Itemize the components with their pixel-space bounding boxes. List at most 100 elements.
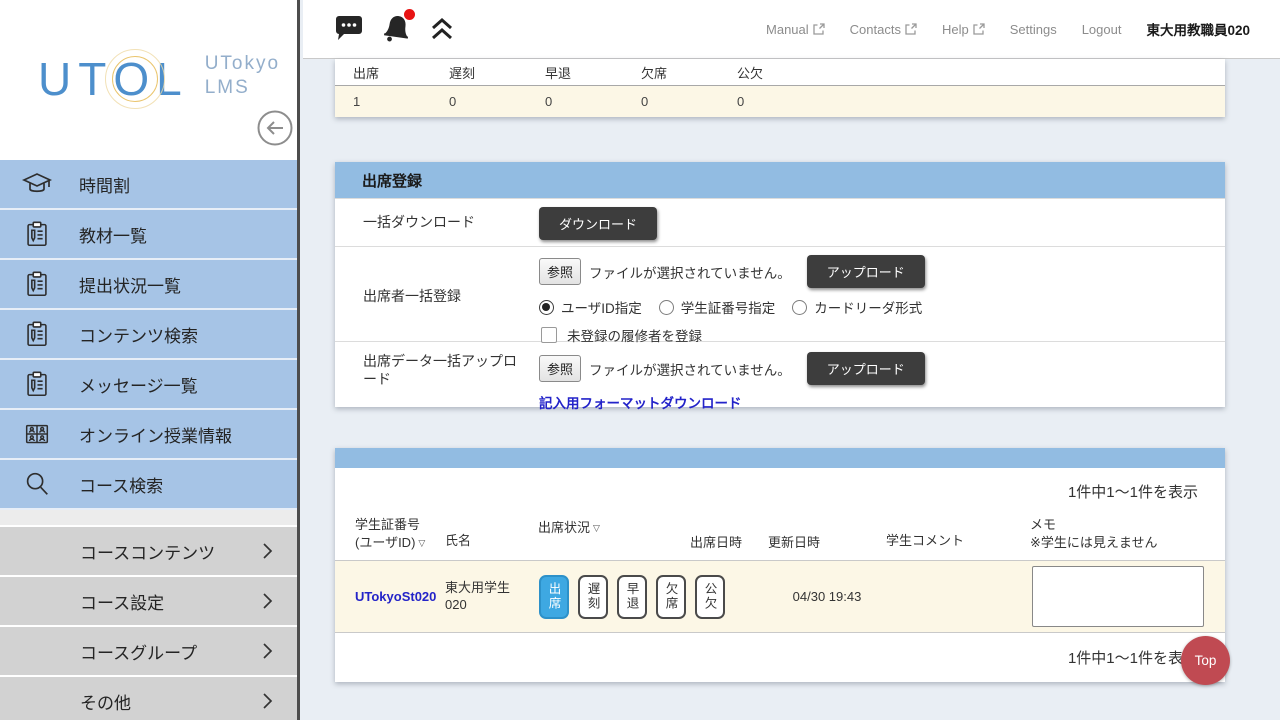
manual-link-label: Manual [766, 22, 809, 37]
summary-header-row: 出席 遅刻 早退 欠席 公欠 [335, 59, 1225, 86]
messages-icon[interactable] [334, 15, 364, 43]
register-format-radio-group: ユーザID指定 学生証番号指定 カードリーダ形式 [539, 288, 1225, 317]
sidebar-item-label: その他 [80, 689, 131, 714]
column-student-comment: 学生コメント [886, 516, 1030, 560]
clipboard-icon [21, 219, 53, 249]
sidebar-item-timetable[interactable]: 時間割 [0, 160, 297, 210]
register-unregistered-checkbox[interactable] [541, 327, 557, 343]
topbar-links: Manual Contacts Help Settings [766, 19, 1280, 39]
column-student-id[interactable]: 学生証番号 (ユーザID)▽ [335, 516, 445, 560]
summary-header-excused: 公欠 [737, 63, 833, 82]
browse-file-button[interactable]: 参照 [539, 355, 581, 382]
radio-card-reader-label: カードリーダ形式 [814, 297, 922, 317]
manual-link[interactable]: Manual [766, 22, 825, 37]
notification-badge-dot [404, 9, 415, 20]
sidebar-item-label: コースグループ [80, 639, 197, 664]
radio-card-reader[interactable] [792, 300, 807, 315]
status-button-absent[interactable]: 欠席 [656, 575, 686, 619]
showing-count-bottom: 1件中1〜1件を表示 [1068, 647, 1198, 668]
sidebar-item-course-search[interactable]: コース検索 [0, 460, 297, 510]
scroll-to-top-button[interactable]: Top [1181, 636, 1230, 685]
download-button[interactable]: ダウンロード [539, 207, 657, 240]
format-download-link[interactable]: 記入用フォーマットダウンロード [539, 385, 742, 412]
memo-textarea[interactable] [1032, 566, 1204, 627]
status-button-early-leave[interactable]: 早退 [617, 575, 647, 619]
bulk-download-row: 一括ダウンロード ダウンロード [335, 198, 1225, 246]
no-file-selected-text: ファイルが選択されていません。 [589, 359, 791, 379]
chevron-right-icon [261, 542, 273, 560]
no-file-selected-text: ファイルが選択されていません。 [589, 262, 791, 282]
attendee-bulk-register-label: 出席者一括登録 [335, 247, 539, 341]
sidebar-item-submission-status[interactable]: 提出状況一覧 [0, 260, 297, 310]
upload-button[interactable]: アップロード [807, 255, 925, 288]
topbar-icons [334, 13, 454, 45]
settings-link-label: Settings [1010, 22, 1057, 37]
radio-user-id-label: ユーザID指定 [561, 297, 642, 317]
status-button-group: 出席 遅刻 早退 欠席 公欠 [538, 575, 690, 619]
showing-count-top: 1件中1〜1件を表示 [1068, 481, 1198, 502]
help-link[interactable]: Help [942, 22, 985, 37]
sidebar-item-label: コースコンテンツ [80, 539, 215, 564]
sidebar-item-materials[interactable]: 教材一覧 [0, 210, 297, 260]
status-button-present[interactable]: 出席 [539, 575, 569, 619]
chevron-right-icon [261, 642, 273, 660]
radio-user-id[interactable] [539, 300, 554, 315]
clipboard-icon [21, 319, 53, 349]
column-memo: メモ ※学生には見えません [1030, 516, 1225, 560]
sidebar-item-messages[interactable]: メッセージ一覧 [0, 360, 297, 410]
sidebar-collapse-button[interactable] [256, 109, 294, 147]
column-header-row: 学生証番号 (ユーザID)▽ 氏名 出席状況▽ 出席日時 更新日時 学生コメント [335, 516, 1225, 560]
chevron-right-icon [261, 592, 273, 610]
column-attend-time: 出席日時 [690, 516, 768, 560]
upload-button[interactable]: アップロード [807, 352, 925, 385]
sidebar-item-course-group[interactable]: コースグループ [0, 627, 297, 677]
external-link-icon [813, 23, 825, 35]
chevron-right-icon [261, 692, 273, 710]
status-button-excused[interactable]: 公欠 [695, 575, 725, 619]
collapse-topbar-icon[interactable] [430, 16, 454, 42]
summary-values-row: 1 0 0 0 0 [335, 86, 1225, 117]
column-status[interactable]: 出席状況▽ [538, 516, 690, 560]
contacts-link[interactable]: Contacts [850, 22, 917, 37]
clipboard-icon [21, 269, 53, 299]
notifications-bell-icon[interactable] [381, 13, 413, 45]
browse-file-button[interactable]: 参照 [539, 258, 581, 285]
sidebar-item-label: 提出状況一覧 [79, 272, 181, 297]
utol-logo: UTOL UTokyo LMS [38, 52, 280, 102]
logout-link[interactable]: Logout [1082, 22, 1122, 37]
contacts-link-label: Contacts [850, 22, 901, 37]
sidebar-divider [0, 510, 297, 527]
summary-value-late: 0 [449, 94, 545, 109]
student-name: 東大用学生020 [445, 580, 538, 614]
attendance-summary-table: 出席 遅刻 早退 欠席 公欠 1 0 0 0 0 [335, 59, 1225, 117]
logo-wordmark: UTOL [38, 56, 189, 102]
sidebar-item-label: 教材一覧 [79, 222, 147, 247]
help-link-label: Help [942, 22, 969, 37]
data-bulk-upload-row: 出席データ一括アップロード 参照 ファイルが選択されていません。 アップロード … [335, 341, 1225, 407]
sidebar-menu: 時間割 教材一覧 [0, 160, 297, 720]
sidebar-item-label: メッセージ一覧 [79, 372, 198, 397]
sidebar-item-others[interactable]: その他 [0, 677, 297, 720]
table-header-bar [335, 448, 1225, 468]
summary-value-present: 1 [353, 94, 449, 109]
summary-value-excused: 0 [737, 94, 833, 109]
student-attendance-table: 1件中1〜1件を表示 学生証番号 (ユーザID)▽ 氏名 出席状況▽ 出席日時 … [335, 448, 1225, 682]
status-button-late[interactable]: 遅刻 [578, 575, 608, 619]
settings-link[interactable]: Settings [1010, 22, 1057, 37]
student-id-link[interactable]: UTokyoSt020 [335, 589, 445, 604]
logo-ring-inner [105, 49, 165, 109]
sidebar-item-course-settings[interactable]: コース設定 [0, 577, 297, 627]
sort-icon: ▽ [418, 537, 425, 550]
sidebar-item-label: コース設定 [80, 589, 164, 614]
external-link-icon [973, 23, 985, 35]
radio-student-number[interactable] [659, 300, 674, 315]
summary-header-late: 遅刻 [449, 63, 545, 82]
external-link-icon [905, 23, 917, 35]
table-footer: 1件中1〜1件を表示 [335, 632, 1225, 682]
sidebar-item-content-search[interactable]: コンテンツ検索 [0, 310, 297, 360]
sidebar-item-course-contents[interactable]: コースコンテンツ [0, 527, 297, 577]
section-title: 出席登録 [362, 170, 422, 191]
sidebar-item-online-class-info[interactable]: オンライン授業情報 [0, 410, 297, 460]
summary-header-absent: 欠席 [641, 63, 737, 82]
summary-value-early-leave: 0 [545, 94, 641, 109]
